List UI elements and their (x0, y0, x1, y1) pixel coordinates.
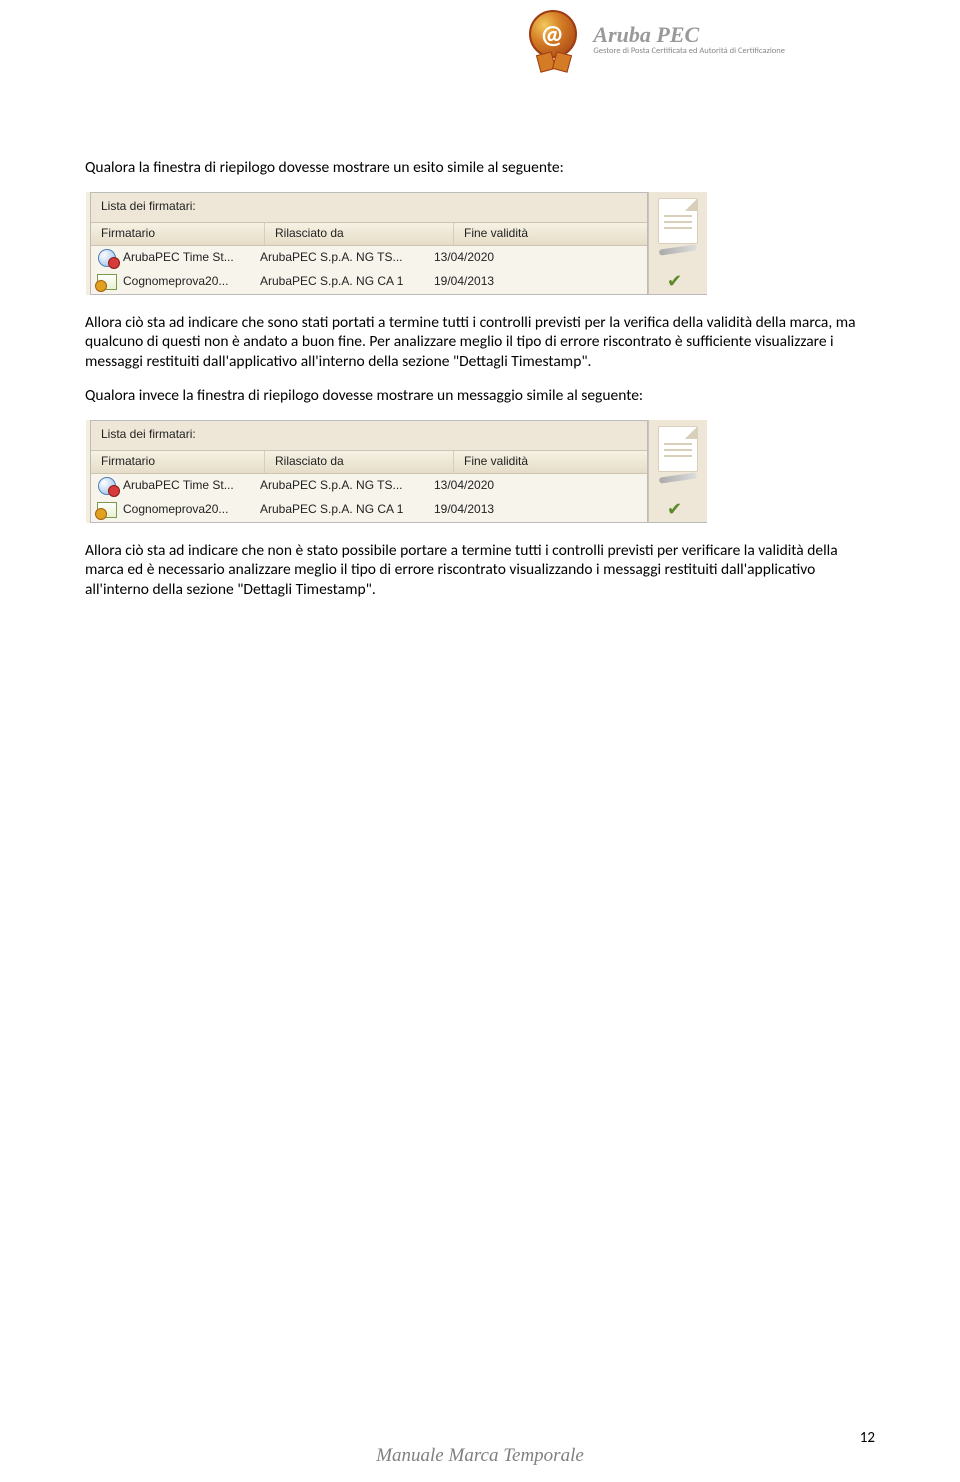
document-icon (658, 198, 698, 244)
header-logo: @ Aruba PEC Gestore di Posta Certificata… (529, 10, 785, 68)
footer-title: Manuale Marca Temporale (0, 1445, 960, 1467)
brand-title: Aruba PEC (593, 22, 785, 48)
timestamp-error-icon (95, 476, 119, 496)
side-panel (648, 192, 707, 295)
cell-rilasciato: ArubaPEC S.p.A. NG TS... (256, 478, 430, 493)
timestamp-error-icon (95, 248, 119, 268)
cell-firmatario: ArubaPEC Time St... (119, 250, 256, 265)
cell-rilasciato: ArubaPEC S.p.A. NG CA 1 (256, 274, 430, 289)
col-fine: Fine validità (454, 451, 647, 472)
col-rilasciato: Rilasciato da (265, 451, 454, 472)
cell-fine: 19/04/2013 (430, 274, 494, 289)
cell-rilasciato: ArubaPEC S.p.A. NG CA 1 (256, 502, 430, 517)
checkmark-icon (667, 270, 689, 288)
pen-icon (659, 244, 697, 258)
col-firmatario: Firmatario (91, 223, 265, 244)
checkmark-icon (667, 498, 689, 516)
paragraph-1: Qualora la finestra di riepilogo dovesse… (85, 158, 875, 178)
side-panel (648, 420, 707, 523)
brand-tagline: Gestore di Posta Certificata ed Autorità… (593, 46, 785, 56)
table-header: Firmatario Rilasciato da Fine validità (91, 451, 647, 473)
pen-icon (659, 472, 697, 486)
table-row: Cognomeprova20... ArubaPEC S.p.A. NG CA … (91, 270, 647, 294)
signer-list-title: Lista dei firmatari: (91, 421, 647, 451)
paragraph-2: Allora ciò sta ad indicare che sono stat… (85, 313, 875, 372)
cell-firmatario: ArubaPEC Time St... (119, 478, 256, 493)
signer-list-title: Lista dei firmatari: (91, 193, 647, 223)
cell-firmatario: Cognomeprova20... (119, 274, 256, 289)
cell-fine: 19/04/2013 (430, 502, 494, 517)
seal-icon: @ (529, 10, 587, 68)
signer-list-screenshot-2: Lista dei firmatari: Firmatario Rilascia… (85, 420, 707, 523)
certificate-icon (95, 500, 119, 520)
cell-fine: 13/04/2020 (430, 478, 494, 493)
brand-text: Aruba PEC Gestore di Posta Certificata e… (593, 22, 785, 56)
table-row: Cognomeprova20... ArubaPEC S.p.A. NG CA … (91, 498, 647, 522)
cell-fine: 13/04/2020 (430, 250, 494, 265)
col-firmatario: Firmatario (91, 451, 265, 472)
col-rilasciato: Rilasciato da (265, 223, 454, 244)
table-header: Firmatario Rilasciato da Fine validità (91, 223, 647, 245)
cell-rilasciato: ArubaPEC S.p.A. NG TS... (256, 250, 430, 265)
col-fine: Fine validità (454, 223, 647, 244)
certificate-icon (95, 272, 119, 292)
cell-firmatario: Cognomeprova20... (119, 502, 256, 517)
paragraph-4: Allora ciò sta ad indicare che non è sta… (85, 541, 875, 600)
paragraph-3: Qualora invece la finestra di riepilogo … (85, 386, 875, 406)
table-row: ArubaPEC Time St... ArubaPEC S.p.A. NG T… (91, 246, 647, 270)
document-icon (658, 426, 698, 472)
signer-list-screenshot-1: Lista dei firmatari: Firmatario Rilascia… (85, 192, 707, 295)
table-row: ArubaPEC Time St... ArubaPEC S.p.A. NG T… (91, 474, 647, 498)
